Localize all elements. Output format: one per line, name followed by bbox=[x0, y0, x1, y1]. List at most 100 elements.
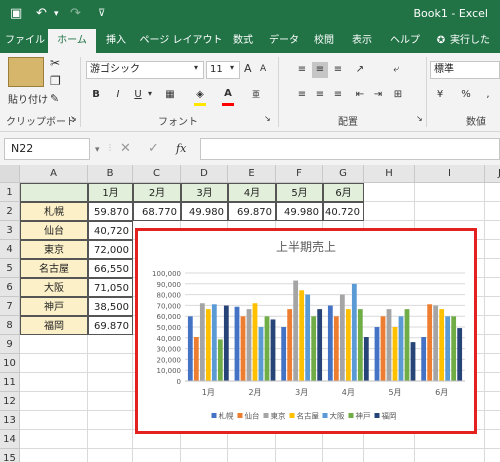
value-cell[interactable]: 69.870 bbox=[88, 316, 133, 335]
row-header[interactable]: 4 bbox=[0, 240, 20, 259]
column-header[interactable]: F bbox=[276, 165, 323, 183]
copy-icon[interactable]: ❐ bbox=[50, 74, 61, 88]
italic-button[interactable]: I bbox=[110, 87, 126, 103]
grid-cell[interactable] bbox=[364, 202, 415, 221]
align-top-icon[interactable]: ≡ bbox=[294, 62, 310, 78]
row-header[interactable]: 15 bbox=[0, 449, 20, 462]
grid-cell[interactable] bbox=[88, 392, 133, 411]
clipboard-launcher-icon[interactable]: ↘ bbox=[70, 114, 77, 123]
month-header-cell[interactable]: 4月 bbox=[228, 183, 276, 202]
row-header[interactable]: 11 bbox=[0, 373, 20, 392]
row-header[interactable]: 14 bbox=[0, 430, 20, 449]
align-center-icon[interactable]: ≡ bbox=[312, 87, 328, 103]
name-box[interactable]: N22 bbox=[4, 138, 90, 160]
grid-cell[interactable] bbox=[485, 183, 500, 202]
customize-quick-access-icon[interactable]: ⊽ bbox=[98, 6, 105, 22]
grid-cell[interactable] bbox=[364, 449, 415, 462]
number-format-select[interactable]: 標準 bbox=[430, 61, 500, 79]
city-label-cell[interactable]: 東京 bbox=[20, 240, 88, 259]
grid-cell[interactable] bbox=[485, 373, 500, 392]
grid-cell[interactable] bbox=[485, 316, 500, 335]
grid-cell[interactable] bbox=[415, 183, 485, 202]
grid-cell[interactable] bbox=[133, 449, 181, 462]
clipboard-paste-icon[interactable] bbox=[8, 57, 44, 87]
column-header[interactable]: E bbox=[228, 165, 276, 183]
lightbulb-icon[interactable]: ✪ bbox=[434, 29, 448, 53]
column-header[interactable]: D bbox=[181, 165, 228, 183]
city-label-cell[interactable]: 福岡 bbox=[20, 316, 88, 335]
increase-font-icon[interactable]: A bbox=[244, 62, 252, 75]
font-name-select[interactable]: 游ゴシック bbox=[86, 61, 204, 79]
enter-icon[interactable]: ✓ bbox=[148, 141, 159, 156]
grid-cell[interactable] bbox=[323, 449, 364, 462]
grid-cell[interactable] bbox=[20, 449, 88, 462]
value-cell[interactable]: 40,720 bbox=[88, 221, 133, 240]
tab-file[interactable]: ファイル bbox=[2, 29, 48, 53]
row-header[interactable]: 13 bbox=[0, 411, 20, 430]
underline-dropdown-icon[interactable]: ▾ bbox=[148, 89, 152, 98]
grid-cell[interactable] bbox=[20, 373, 88, 392]
paste-label[interactable]: 貼り付け bbox=[8, 91, 48, 106]
month-header-cell[interactable]: 3月 bbox=[181, 183, 228, 202]
city-label-cell[interactable]: 名古屋 bbox=[20, 259, 88, 278]
phonetic-icon[interactable]: 亜 bbox=[252, 89, 260, 100]
decrease-font-icon[interactable]: A bbox=[260, 64, 266, 74]
font-color-icon[interactable]: A bbox=[220, 86, 236, 102]
month-header-cell[interactable]: 5月 bbox=[276, 183, 323, 202]
month-header-cell[interactable]: 6月 bbox=[323, 183, 364, 202]
increase-indent-icon[interactable]: ⇥ bbox=[370, 87, 386, 103]
currency-icon[interactable]: ¥ bbox=[432, 87, 448, 103]
header-cell[interactable] bbox=[20, 183, 88, 202]
grid-cell[interactable] bbox=[20, 430, 88, 449]
grid-cell[interactable] bbox=[364, 183, 415, 202]
column-header[interactable]: B bbox=[88, 165, 133, 183]
redo-icon[interactable]: ↷ bbox=[70, 6, 81, 22]
grid-cell[interactable] bbox=[485, 392, 500, 411]
formula-input[interactable] bbox=[200, 138, 500, 160]
grid-cell[interactable] bbox=[20, 335, 88, 354]
column-header[interactable]: I bbox=[415, 165, 485, 183]
grid-cell[interactable] bbox=[485, 430, 500, 449]
grid-cell[interactable] bbox=[228, 449, 276, 462]
month-header-cell[interactable]: 2月 bbox=[133, 183, 181, 202]
grid-cell[interactable] bbox=[88, 373, 133, 392]
grid-cell[interactable] bbox=[485, 259, 500, 278]
city-label-cell[interactable]: 大阪 bbox=[20, 278, 88, 297]
select-all-corner[interactable] bbox=[0, 165, 20, 183]
save-icon[interactable]: ▣ bbox=[10, 6, 22, 22]
row-header[interactable]: 9 bbox=[0, 335, 20, 354]
orientation-icon[interactable]: ↗ bbox=[352, 62, 368, 78]
value-cell[interactable]: 38,500 bbox=[88, 297, 133, 316]
value-cell[interactable]: 69.870 bbox=[228, 202, 276, 221]
tab-formulas[interactable]: 数式 bbox=[228, 29, 258, 53]
grid-cell[interactable] bbox=[20, 411, 88, 430]
row-header[interactable]: 10 bbox=[0, 354, 20, 373]
insert-function-icon[interactable]: fx bbox=[176, 142, 186, 155]
grid-cell[interactable] bbox=[485, 278, 500, 297]
value-cell[interactable]: 59.870 bbox=[88, 202, 133, 221]
decrease-indent-icon[interactable]: ⇤ bbox=[352, 87, 368, 103]
merge-center-icon[interactable]: ⊞ bbox=[390, 87, 406, 103]
tab-insert[interactable]: 挿入 bbox=[98, 29, 134, 53]
row-header[interactable]: 12 bbox=[0, 392, 20, 411]
undo-icon[interactable]: ↶ bbox=[36, 6, 47, 22]
align-left-icon[interactable]: ≡ bbox=[294, 87, 310, 103]
row-header[interactable]: 6 bbox=[0, 278, 20, 297]
underline-button[interactable]: U bbox=[130, 87, 146, 103]
grid-cell[interactable] bbox=[415, 202, 485, 221]
grid-cell[interactable] bbox=[485, 411, 500, 430]
value-cell[interactable]: 40.720 bbox=[323, 202, 364, 221]
alignment-launcher-icon[interactable]: ↘ bbox=[416, 114, 423, 123]
grid-cell[interactable] bbox=[485, 354, 500, 373]
percent-icon[interactable]: % bbox=[458, 87, 474, 103]
grid-cell[interactable] bbox=[88, 354, 133, 373]
font-launcher-icon[interactable]: ↘ bbox=[264, 114, 271, 123]
grid-cell[interactable] bbox=[485, 221, 500, 240]
row-header[interactable]: 2 bbox=[0, 202, 20, 221]
cut-icon[interactable]: ✂ bbox=[50, 56, 60, 70]
grid-cell[interactable] bbox=[88, 449, 133, 462]
column-header[interactable]: A bbox=[20, 165, 88, 183]
comma-icon[interactable]: , bbox=[480, 87, 496, 103]
grid-cell[interactable] bbox=[485, 449, 500, 462]
font-size-select[interactable]: 11 bbox=[206, 61, 240, 79]
